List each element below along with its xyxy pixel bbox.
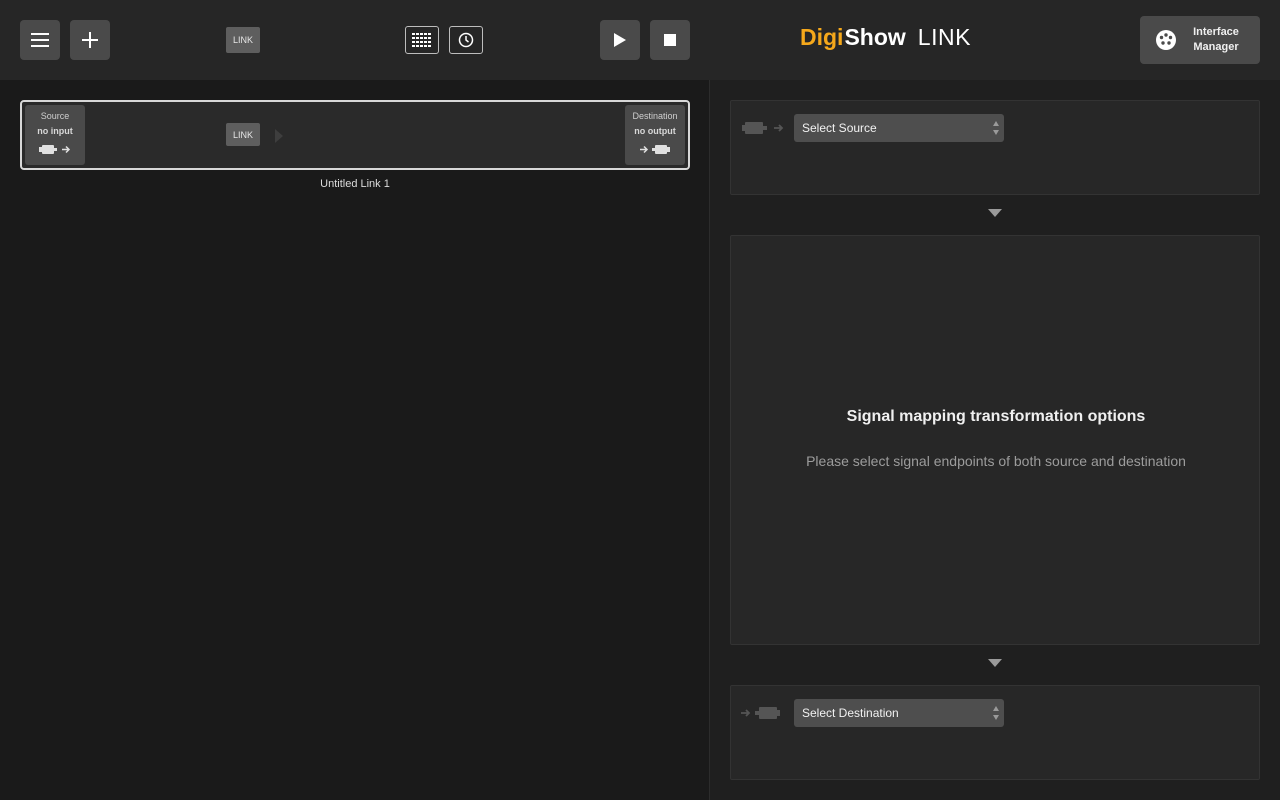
link-name-label[interactable]: Untitled Link 1 [20, 178, 690, 190]
clock-icon [458, 32, 474, 48]
logo-link: LINK [917, 24, 971, 50]
source-plug-icon [742, 122, 784, 134]
link-card[interactable]: Source no input LINK Destination no outp… [20, 100, 690, 170]
menu-button[interactable] [20, 20, 60, 60]
plus-icon [82, 32, 98, 48]
play-button[interactable] [600, 20, 640, 60]
source-status: no input [37, 126, 73, 136]
add-link-button[interactable] [70, 20, 110, 60]
link-detail-panel: Select Source Signal mapping transformat… [710, 80, 1280, 800]
link-view-button[interactable]: LINK [226, 27, 260, 53]
top-toolbar: LINK Digi Show LINK Interface Manager [0, 0, 1280, 80]
destination-panel: Select Destination [730, 685, 1260, 780]
mapping-title: Signal mapping transformation options [846, 408, 1146, 425]
source-select-label: Select Source [802, 121, 877, 135]
mapping-subtitle: Please select signal endpoints of both s… [806, 453, 1186, 469]
plug-in-icon [640, 145, 670, 154]
source-panel: Select Source [730, 100, 1260, 195]
interface-manager-label: Interface Manager [1192, 25, 1240, 55]
grid-icon [412, 33, 431, 47]
dmx-connector-icon [1156, 30, 1176, 50]
plug-out-icon [39, 145, 71, 154]
updown-chevron-icon [993, 121, 999, 135]
stop-icon [664, 34, 676, 46]
interface-manager-label-line2: Manager [1193, 41, 1239, 53]
destination-select[interactable]: Select Destination [794, 699, 1004, 727]
destination-plug-icon [741, 707, 780, 719]
hamburger-menu-icon [31, 33, 49, 47]
logo-show: Show [844, 24, 906, 50]
app-logo: Digi Show LINK [800, 24, 971, 54]
play-icon [614, 33, 626, 47]
timeline-button[interactable] [449, 26, 483, 54]
link-chip[interactable]: LINK [226, 123, 260, 146]
interface-manager-label-line1: Interface [1193, 26, 1239, 38]
interface-manager-button[interactable]: Interface Manager [1140, 16, 1260, 64]
destination-select-label: Select Destination [802, 706, 899, 720]
source-select[interactable]: Select Source [794, 114, 1004, 142]
updown-chevron-icon [993, 706, 999, 720]
logo-digi: Digi [800, 24, 844, 50]
grid-view-button[interactable] [405, 26, 439, 54]
link-list-area: Source no input LINK Destination no outp… [0, 80, 709, 800]
stop-button[interactable] [650, 20, 690, 60]
source-endpoint[interactable]: Source no input [25, 105, 85, 165]
destination-endpoint[interactable]: Destination no output [625, 105, 685, 165]
mapping-panel: Signal mapping transformation options Pl… [730, 235, 1260, 645]
destination-status: no output [634, 126, 676, 136]
down-arrow-icon [988, 209, 1002, 217]
down-arrow-icon [988, 659, 1002, 667]
source-title: Source [40, 111, 70, 121]
flow-arrow-icon [275, 129, 283, 143]
destination-title: Destination [632, 111, 678, 121]
